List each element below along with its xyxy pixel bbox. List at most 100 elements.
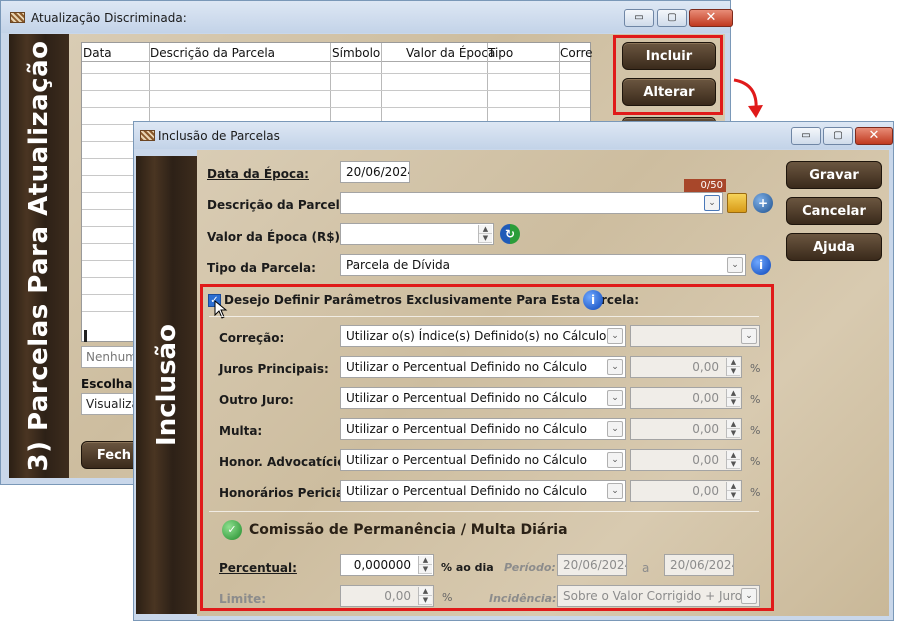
outro-juro-percent[interactable]: 0,00 ▲ ▼ — [630, 387, 742, 409]
col-simbolo[interactable]: Símbolo — [332, 46, 380, 60]
chevron-down-icon[interactable]: ⌄ — [607, 421, 623, 437]
none-field[interactable]: Nenhum — [81, 346, 141, 368]
col-valor[interactable]: Valor da Época — [406, 46, 495, 60]
percent-unit: % — [750, 362, 761, 375]
inclusao-window: Inclusão de Parcelas ▭ ▢ ✕ Inclusão Data… — [133, 121, 894, 621]
view-field[interactable]: Visualiza — [81, 393, 141, 415]
periodo-label: Período: — [504, 561, 556, 574]
inclusao-titlebar[interactable]: Inclusão de Parcelas ▭ ▢ ✕ — [134, 122, 893, 149]
incidencia-select[interactable]: Sobre o Valor Corrigido + Juros ⌄ — [557, 585, 760, 607]
chevron-down-icon[interactable]: ⌄ — [727, 257, 743, 273]
close-button[interactable]: ✕ — [689, 9, 733, 27]
data-epoca-input[interactable]: 20/06/2024 — [340, 161, 410, 183]
periodo-separator: a — [642, 561, 650, 575]
valor-epoca-label: Valor da Época (R$): — [207, 230, 345, 244]
spinner[interactable]: ▲ ▼ — [726, 420, 740, 438]
row-label: Outro Juro: — [219, 393, 294, 407]
minimize-button[interactable]: ▭ — [791, 127, 821, 145]
col-correcao[interactable]: Corre — [560, 46, 593, 60]
chevron-down-icon[interactable]: ⌄ — [741, 328, 757, 344]
exclusive-params-label: Desejo Definir Parâmetros Exclusivamente… — [224, 293, 640, 307]
juros-principais-percent[interactable]: 0,00 ▲ ▼ — [630, 356, 742, 378]
percent-unit: % — [750, 455, 761, 468]
correcao-label: Correção: — [219, 331, 285, 345]
close-button[interactable]: ✕ — [855, 127, 893, 145]
minimize-button[interactable]: ▭ — [624, 9, 654, 27]
grid-scrollbar-thumb[interactable] — [84, 330, 87, 342]
correcao-indice-select[interactable]: ⌄ — [630, 325, 760, 347]
inclusao-title: Inclusão de Parcelas — [158, 129, 280, 143]
back-window-title: Atualização Discriminada: — [31, 11, 187, 25]
honor-advocaticios-percent[interactable]: 0,00 ▲ ▼ — [630, 449, 742, 471]
cancelar-button[interactable]: Cancelar — [786, 197, 882, 225]
char-counter: 0/50 — [684, 179, 726, 192]
app-icon — [10, 12, 25, 23]
spinner[interactable]: ▲ ▼ — [726, 389, 740, 407]
ajuda-button[interactable]: Ajuda — [786, 233, 882, 261]
tipo-parcela-label: Tipo da Parcela: — [207, 261, 316, 275]
row-label: Honor. Advocatícios: — [219, 455, 358, 469]
honor-advocaticios-select[interactable]: Utilizar o Percentual Definido no Cálcul… — [340, 449, 626, 471]
multa-select[interactable]: Utilizar o Percentual Definido no Cálcul… — [340, 418, 626, 440]
multa-percent[interactable]: 0,00 ▲ ▼ — [630, 418, 742, 440]
maximize-button[interactable]: ▢ — [823, 127, 853, 145]
descricao-label: Descrição da Parcela: — [207, 198, 353, 212]
check-circle-icon: ✓ — [222, 520, 242, 540]
spinner[interactable]: ▲ ▼ — [418, 556, 432, 574]
chevron-down-icon[interactable]: ⌄ — [704, 195, 720, 211]
spinner[interactable]: ▲ ▼ — [726, 482, 740, 500]
col-data[interactable]: Data — [83, 46, 112, 60]
chevron-down-icon[interactable]: ⌄ — [607, 452, 623, 468]
percent-unit: % — [750, 486, 761, 499]
col-tipo[interactable]: Tipo — [488, 46, 513, 60]
percentual-input[interactable]: 0,000000 ▲ ▼ — [340, 554, 434, 576]
add-icon[interactable]: + — [753, 193, 773, 213]
percentual-label: Percentual: — [219, 561, 297, 575]
refresh-icon[interactable]: ↻ — [500, 224, 520, 244]
correcao-select[interactable]: Utilizar o(s) Índice(s) Definido(s) no C… — [340, 325, 626, 347]
valor-epoca-input[interactable]: ▲ ▼ — [340, 223, 494, 245]
comissao-title: Comissão de Permanência / Multa Diária — [249, 522, 568, 538]
grid-header: Data Descrição da Parcela Símbolo Valor … — [82, 43, 593, 62]
honorarios-periciais-select[interactable]: Utilizar o Percentual Definido no Cálcul… — [340, 480, 626, 502]
percent-unit: % — [750, 393, 761, 406]
descricao-input[interactable]: ⌄ — [340, 192, 723, 214]
maximize-button[interactable]: ▢ — [657, 9, 687, 27]
spinner[interactable]: ▲ ▼ — [418, 587, 432, 605]
info-icon[interactable]: i — [751, 255, 771, 275]
row-label: Honorários Periciais: — [219, 486, 361, 500]
back-side-label: 3) Parcelas Para Atualização — [24, 40, 54, 472]
folder-icon[interactable] — [727, 193, 747, 213]
ao-dia-label: % ao dia — [441, 561, 494, 574]
incidencia-label: Incidência: — [489, 592, 557, 605]
valor-spinner[interactable]: ▲ ▼ — [478, 225, 492, 243]
chevron-down-icon[interactable]: ⌄ — [607, 328, 623, 344]
gravar-button[interactable]: Gravar — [786, 161, 882, 189]
juros-principais-select[interactable]: Utilizar o Percentual Definido no Cálcul… — [340, 356, 626, 378]
spinner[interactable]: ▲ ▼ — [726, 451, 740, 469]
tipo-parcela-select[interactable]: Parcela de Dívida ⌄ — [340, 254, 746, 276]
data-epoca-label: Data da Época: — [207, 167, 309, 181]
row-label: Juros Principais: — [219, 362, 329, 376]
back-window-titlebar[interactable]: Atualização Discriminada: ▭ ▢ ✕ — [1, 1, 733, 33]
chevron-down-icon[interactable]: ⌄ — [607, 359, 623, 375]
mouse-cursor-icon — [214, 300, 228, 319]
app-icon — [140, 130, 155, 141]
chevron-down-icon[interactable]: ⌄ — [741, 588, 757, 604]
chevron-down-icon[interactable]: ⌄ — [607, 483, 623, 499]
outro-juro-select[interactable]: Utilizar o Percentual Definido no Cálcul… — [340, 387, 626, 409]
periodo-from-input[interactable]: 20/06/2024 — [557, 554, 627, 576]
col-descricao[interactable]: Descrição da Parcela — [150, 46, 275, 60]
inclusao-body: Data da Época: 20/06/2024 0/50 Descrição… — [197, 150, 889, 616]
honorarios-periciais-percent[interactable]: 0,00 ▲ ▼ — [630, 480, 742, 502]
spinner[interactable]: ▲ ▼ — [726, 358, 740, 376]
limite-label: Limite: — [219, 592, 267, 606]
limite-input[interactable]: 0,00 ▲ ▼ — [340, 585, 434, 607]
periodo-to-input[interactable]: 20/06/2024 — [664, 554, 734, 576]
back-side-banner: 3) Parcelas Para Atualização — [9, 34, 69, 478]
percent-unit: % — [750, 424, 761, 437]
info-icon[interactable]: i — [583, 290, 603, 310]
inclusao-side-label: Inclusão — [151, 324, 182, 446]
chevron-down-icon[interactable]: ⌄ — [607, 390, 623, 406]
highlight-box-buttons — [613, 35, 723, 115]
